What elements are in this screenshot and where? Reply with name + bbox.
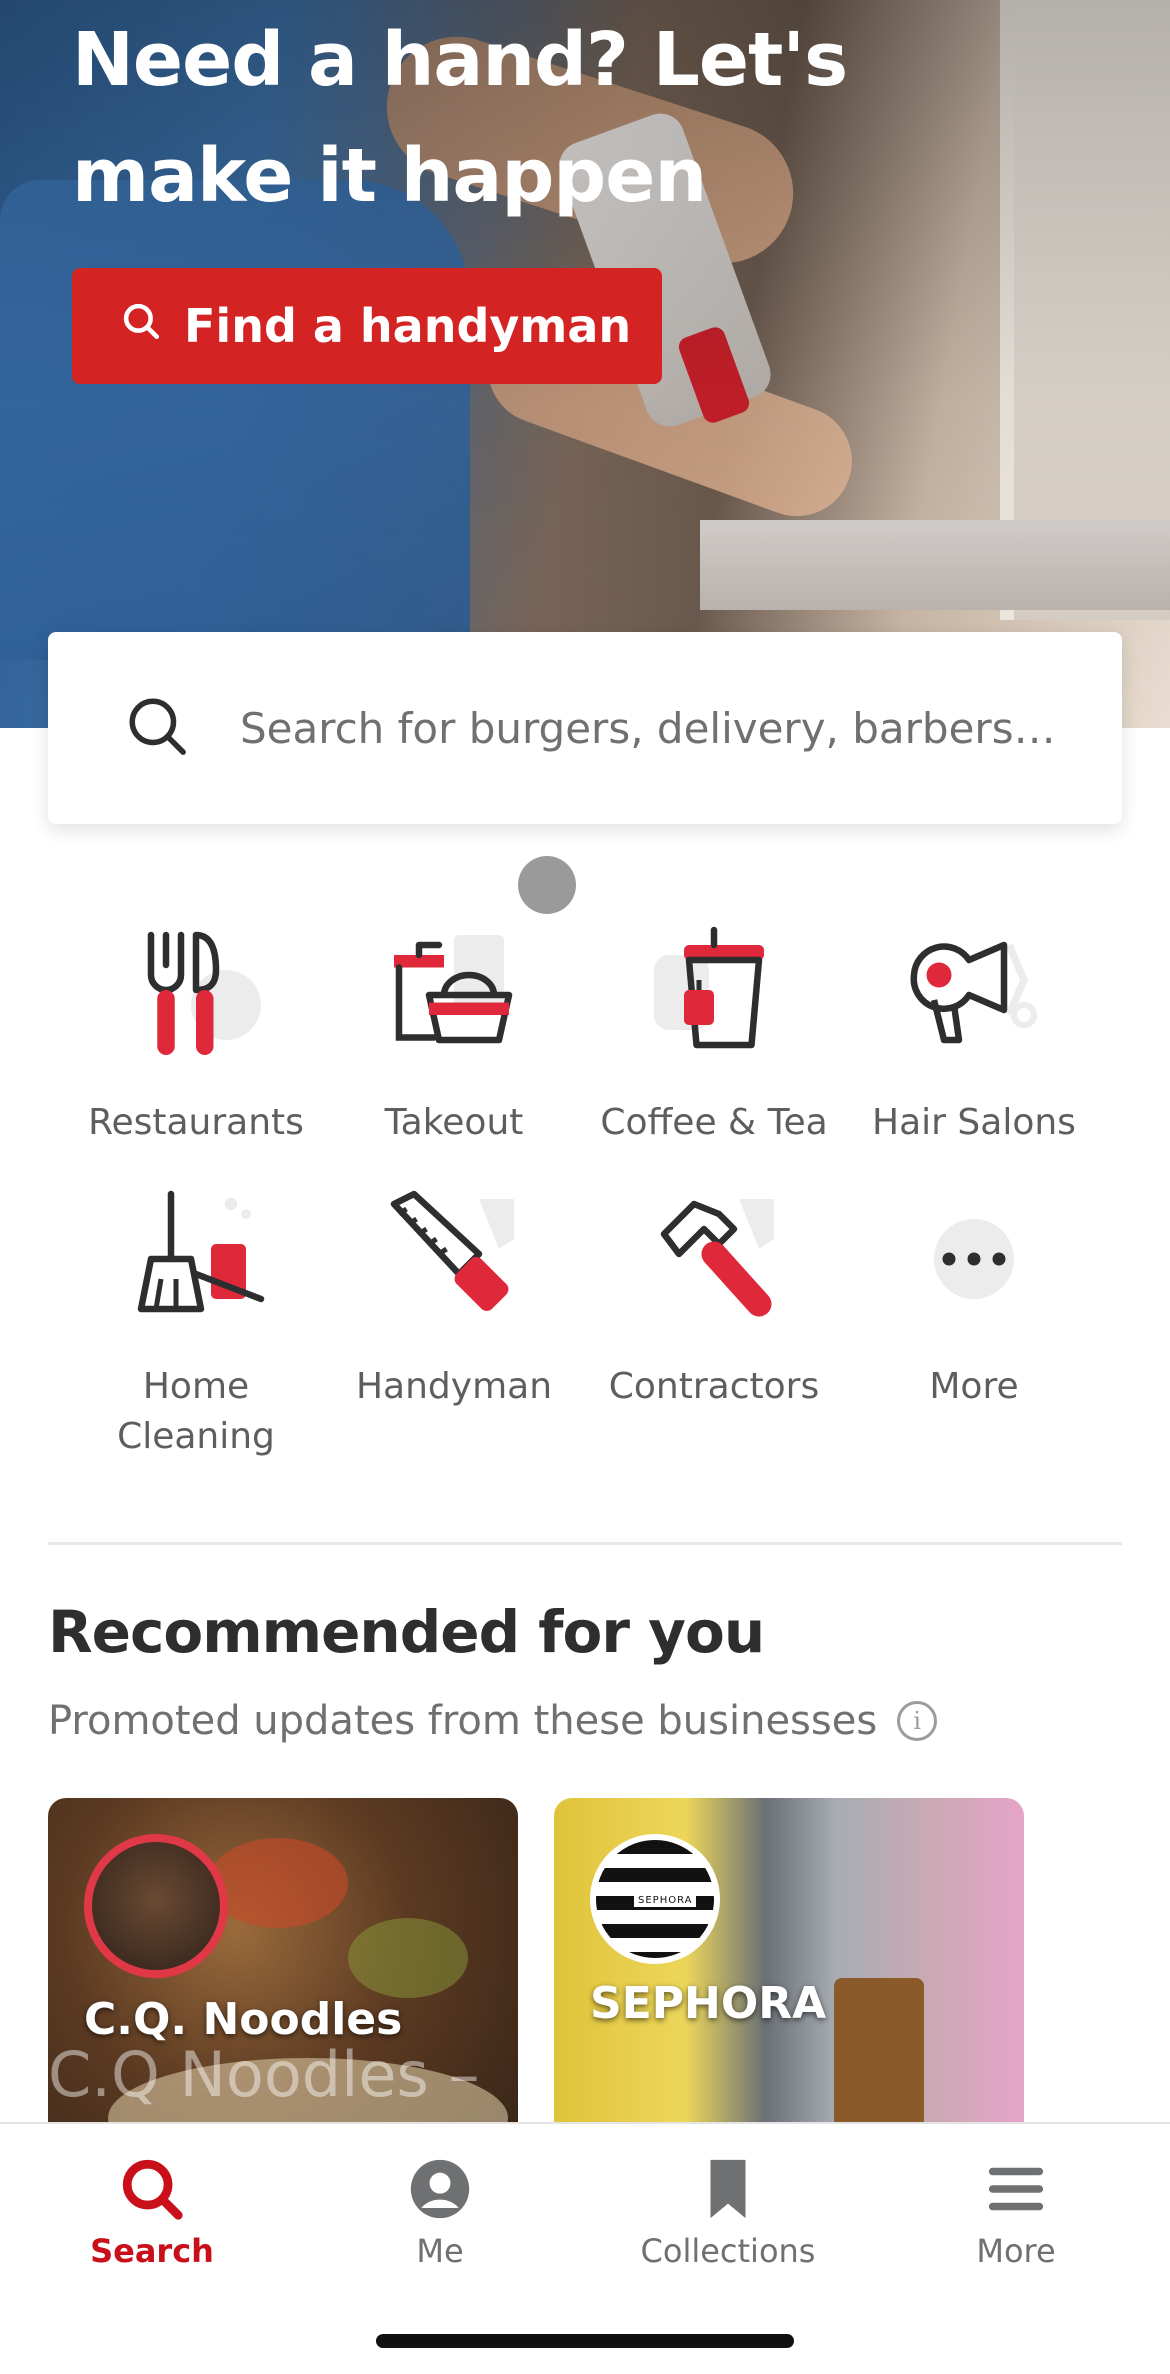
category-home-cleaning[interactable]: Home Cleaning bbox=[66, 1184, 326, 1462]
hero-title-line1: Need a hand? Let's bbox=[72, 17, 848, 103]
user-icon bbox=[340, 2154, 540, 2224]
category-label: Contractors bbox=[608, 1366, 820, 1407]
search-icon bbox=[124, 693, 190, 763]
category-label: More bbox=[929, 1366, 1019, 1407]
menu-icon bbox=[916, 2154, 1116, 2224]
more-dots-icon bbox=[899, 1184, 1049, 1334]
card-ghost-text: C.Q Noodles – bbox=[48, 2038, 480, 2111]
takeout-basket-icon bbox=[379, 920, 529, 1070]
find-handyman-button[interactable]: Find a handyman bbox=[72, 268, 662, 384]
category-label: Coffee & Tea bbox=[600, 1102, 828, 1143]
business-card-sephora[interactable]: SEPHORA SEPHORA bbox=[554, 1798, 1024, 2128]
recommended-subtitle: Promoted updates from these businesses i bbox=[48, 1698, 938, 1744]
category-label: Takeout bbox=[384, 1102, 524, 1143]
tab-label: Search bbox=[90, 2232, 214, 2270]
fork-knife-icon bbox=[121, 920, 271, 1070]
page-indicator-dot bbox=[518, 856, 576, 914]
search-icon bbox=[52, 2154, 252, 2224]
sephora-logo-text: SEPHORA bbox=[634, 1894, 697, 1907]
tab-collections[interactable]: Collections bbox=[628, 2154, 828, 2270]
tab-label: Collections bbox=[640, 2232, 816, 2270]
saw-icon bbox=[379, 1184, 529, 1334]
recommended-title: Recommended for you bbox=[48, 1598, 765, 1666]
tab-label: More bbox=[976, 2232, 1056, 2270]
tab-label: Me bbox=[416, 2232, 464, 2270]
category-handyman[interactable]: Handyman bbox=[324, 1184, 584, 1412]
category-contractors[interactable]: Contractors bbox=[584, 1184, 844, 1412]
search-icon bbox=[120, 299, 162, 353]
tab-search[interactable]: Search bbox=[52, 2154, 252, 2270]
category-coffee-tea[interactable]: Coffee & Tea bbox=[584, 920, 844, 1148]
business-name: C.Q. Noodles bbox=[84, 1994, 403, 2045]
category-label: Restaurants bbox=[88, 1102, 304, 1143]
info-icon[interactable]: i bbox=[897, 1701, 938, 1741]
recommended-subtitle-text: Promoted updates from these businesses bbox=[48, 1698, 878, 1744]
category-label: Handyman bbox=[355, 1366, 553, 1407]
category-more[interactable]: More bbox=[844, 1184, 1104, 1412]
tab-more[interactable]: More bbox=[916, 2154, 1116, 2270]
category-takeout[interactable]: Takeout bbox=[324, 920, 584, 1148]
category-restaurants[interactable]: Restaurants bbox=[66, 920, 326, 1148]
business-name: SEPHORA bbox=[590, 1978, 827, 2029]
coffee-cup-icon bbox=[639, 920, 789, 1070]
hammer-icon bbox=[639, 1184, 789, 1334]
business-logo bbox=[84, 1834, 228, 1978]
section-divider bbox=[48, 1542, 1122, 1545]
find-handyman-label: Find a handyman bbox=[184, 299, 632, 353]
product-bottle bbox=[834, 1978, 924, 2128]
food-photo-detail bbox=[208, 1838, 348, 1928]
search-input[interactable]: Search for burgers, delivery, barbers on… bbox=[48, 632, 1122, 824]
food-photo-detail bbox=[348, 1918, 468, 1998]
hair-dryer-icon bbox=[899, 920, 1049, 1070]
hero-title-line2: make it happen bbox=[72, 133, 707, 219]
business-card-cq-noodles[interactable]: C.Q Noodles – C.Q. Noodles bbox=[48, 1798, 518, 2128]
tab-me[interactable]: Me bbox=[340, 2154, 540, 2270]
home-indicator[interactable] bbox=[376, 2334, 794, 2348]
category-label: Hair Salons bbox=[872, 1102, 1076, 1143]
category-hair-salons[interactable]: Hair Salons bbox=[844, 920, 1104, 1148]
broom-icon bbox=[121, 1184, 271, 1334]
bookmark-icon bbox=[628, 2154, 828, 2224]
category-label: Home Cleaning bbox=[117, 1366, 275, 1457]
search-placeholder: Search for burgers, delivery, barbers on… bbox=[240, 703, 1060, 753]
hero-title: Need a hand? Let's make it happen bbox=[72, 2, 972, 234]
hero-banner: Need a hand? Let's make it happen Find a… bbox=[0, 0, 1170, 728]
